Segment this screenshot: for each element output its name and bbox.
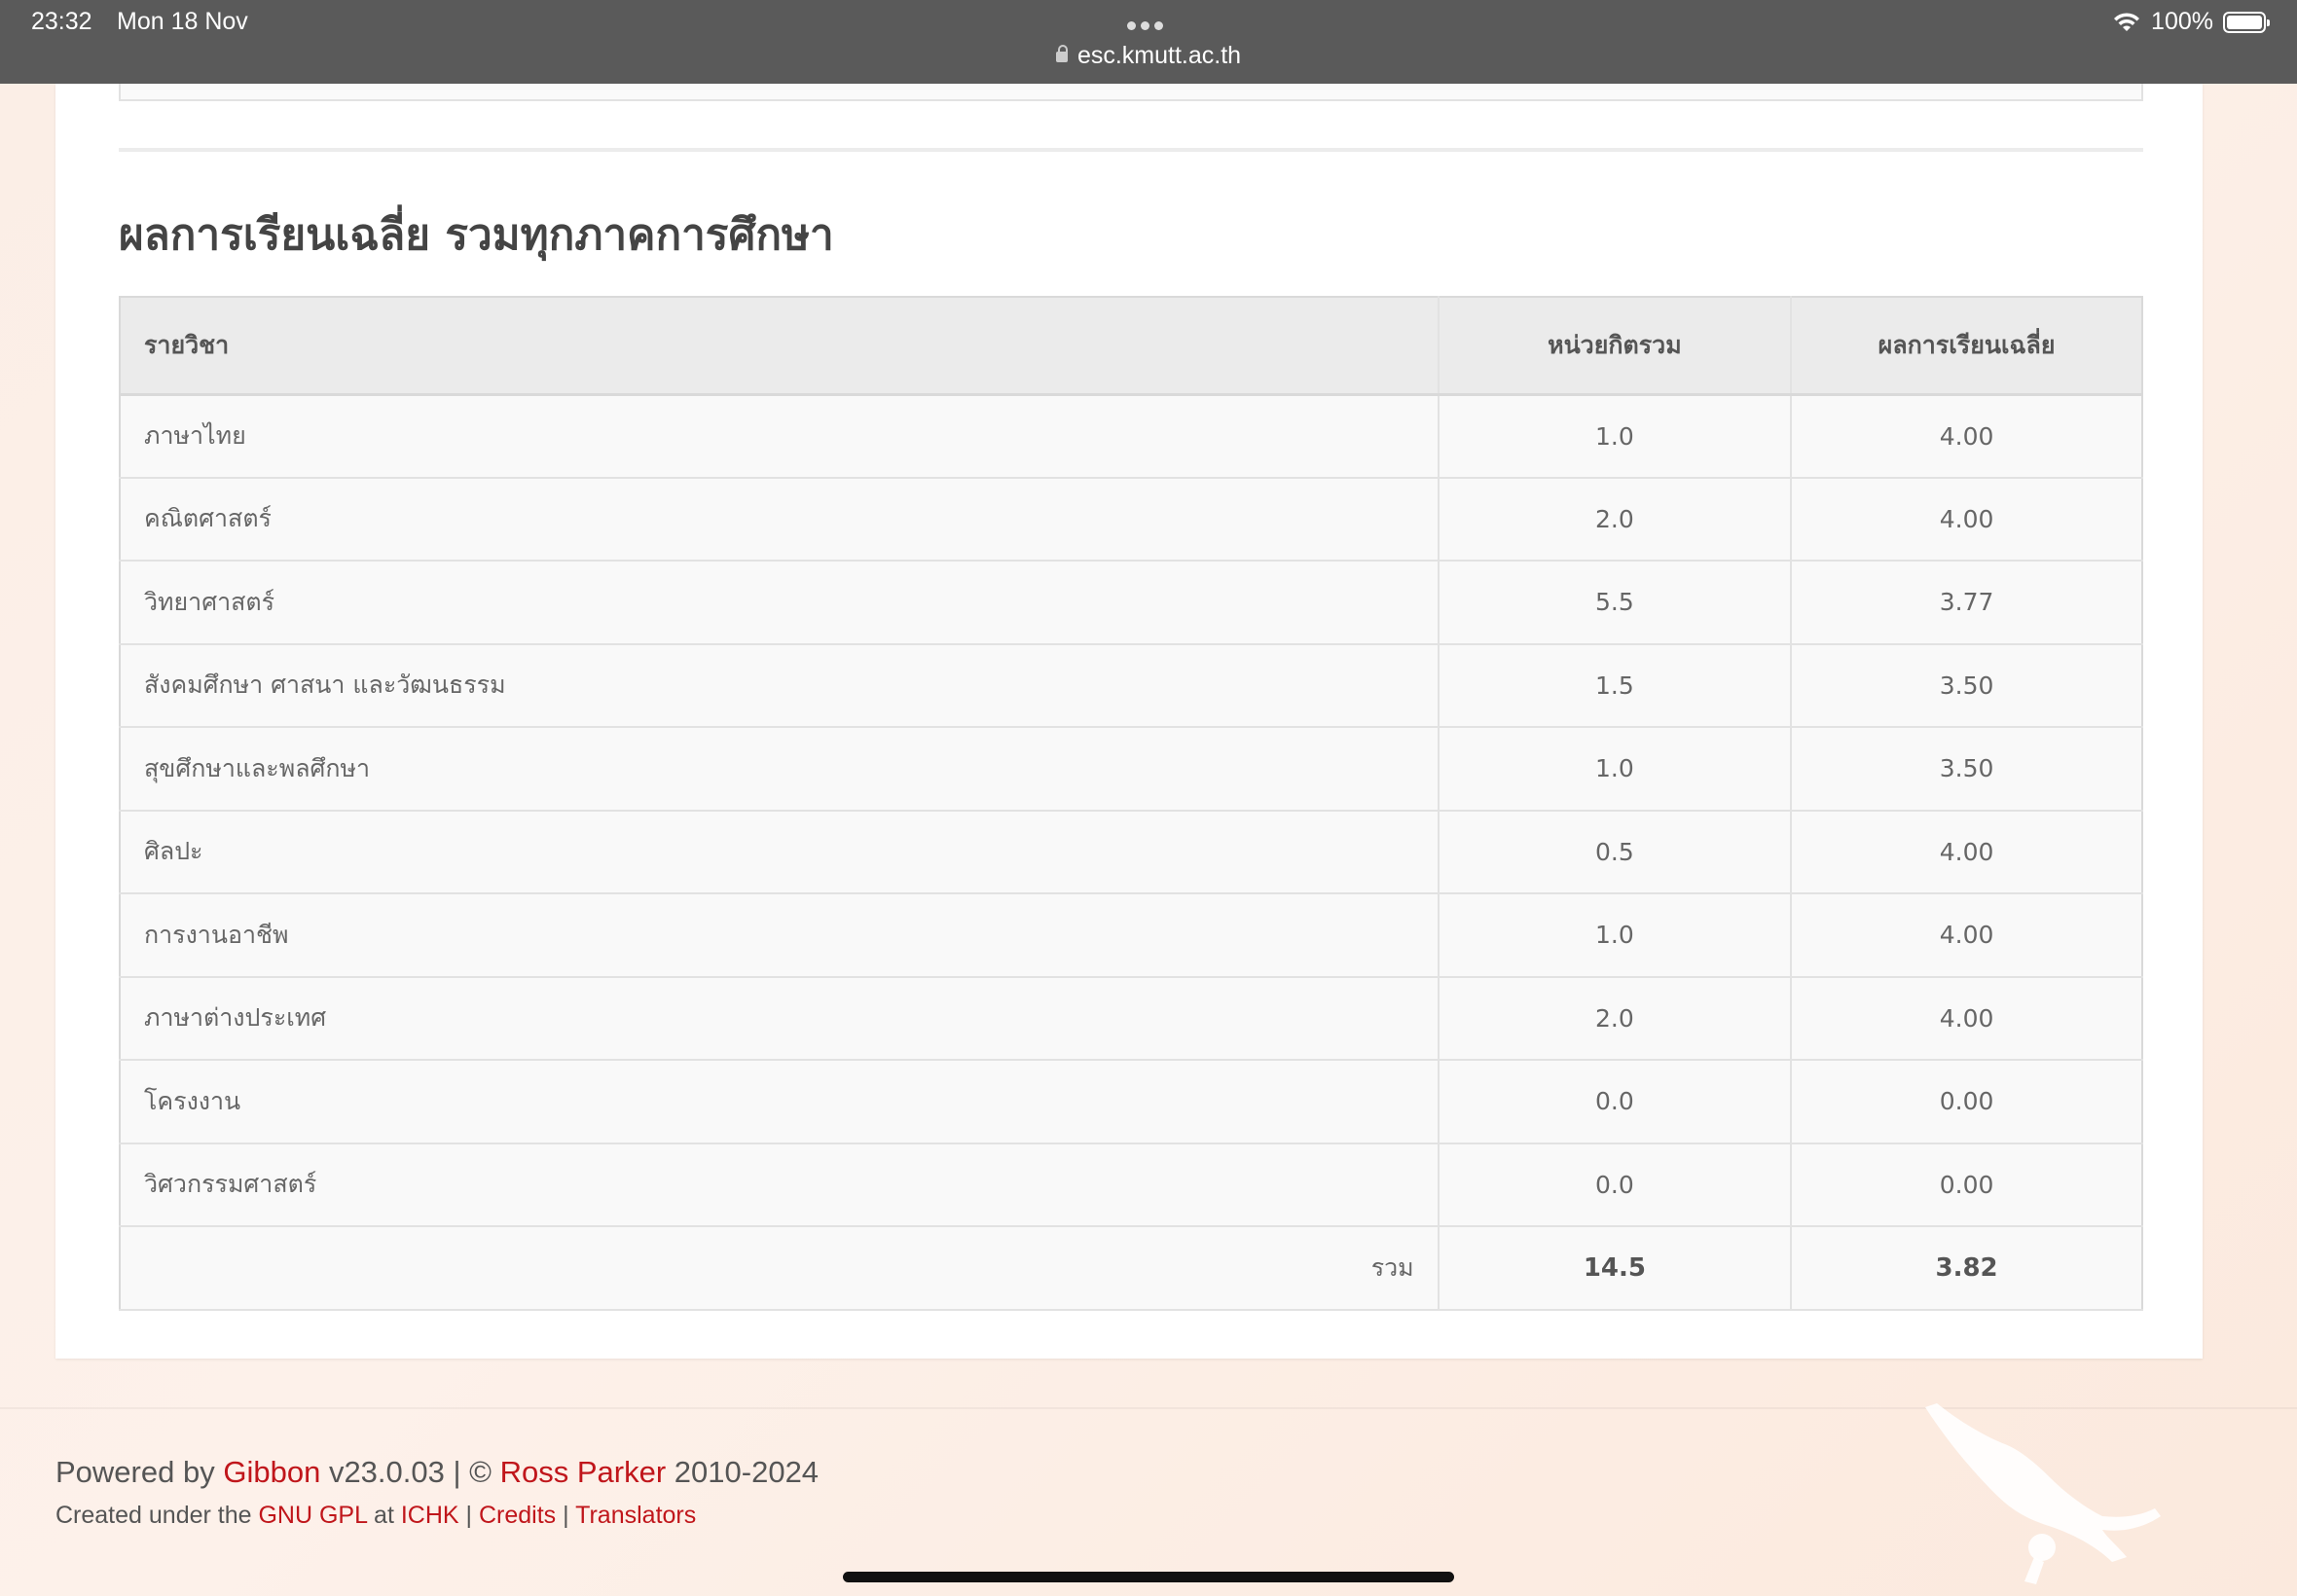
- gibbon-logo-watermark: [1925, 1403, 2161, 1584]
- header-credits: หน่วยกิตรวม: [1437, 297, 1792, 396]
- credits-cell: 2.0: [1437, 477, 1792, 562]
- header-gpa: ผลการเรียนเฉลี่ย: [1790, 297, 2142, 396]
- table-row: สังคมศึกษา ศาสนา และวัฒนธรรม 1.5 3.50: [120, 643, 2142, 728]
- subject-cell: โครงงาน: [120, 1060, 1439, 1144]
- gpa-cell: 3.77: [1790, 561, 2142, 645]
- total-credits: 14.5: [1437, 1226, 1792, 1311]
- credits-cell: 2.0: [1437, 976, 1792, 1061]
- url-text: esc.kmutt.ac.th: [1076, 42, 1242, 69]
- footer-separator: |: [563, 1502, 569, 1529]
- table-total-row: รวม 14.5 3.82: [120, 1226, 2142, 1311]
- gpa-cell: 0.00: [1790, 1060, 2142, 1144]
- gpa-cell: 4.00: [1790, 893, 2142, 978]
- battery-icon: [2223, 11, 2270, 33]
- page-title: ผลการเรียนเฉลี่ย รวมทุกภาคการศึกษา: [119, 210, 834, 260]
- section-divider: [119, 148, 2143, 152]
- footer-line-1: Powered by Gibbon v23.0.03 | © Ross Park…: [55, 1455, 819, 1490]
- years-text: 2010-2024: [674, 1455, 820, 1489]
- status-bar: 23:32 Mon 18 Nov esc.kmutt.ac.th 100%: [0, 0, 2297, 84]
- powered-by-text: Powered by: [55, 1455, 215, 1489]
- table-row: การงานอาชีพ 1.0 4.00: [120, 893, 2142, 978]
- ichk-link[interactable]: ICHK: [401, 1502, 459, 1529]
- table-row: ภาษาต่างประเทศ 2.0 4.00: [120, 976, 2142, 1061]
- table-row: วิศวกรรมศาสตร์ 0.0 0.00: [120, 1143, 2142, 1227]
- subject-cell: วิทยาศาสตร์: [120, 561, 1439, 645]
- table-row: วิทยาศาสตร์ 5.5 3.77: [120, 561, 2142, 645]
- table-header-row: รายวิชา หน่วยกิตรวม ผลการเรียนเฉลี่ย: [120, 297, 2142, 396]
- address-bar[interactable]: esc.kmutt.ac.th: [0, 42, 2297, 70]
- credits-cell: 1.0: [1437, 727, 1792, 812]
- credits-cell: 0.0: [1437, 1143, 1792, 1227]
- gpa-cell: 3.50: [1790, 727, 2142, 812]
- author-link[interactable]: Ross Parker: [500, 1455, 667, 1489]
- status-indicators: 100%: [2112, 8, 2270, 36]
- subject-cell: การงานอาชีพ: [120, 893, 1439, 978]
- header-subject: รายวิชา: [120, 297, 1439, 396]
- grades-table: รายวิชา หน่วยกิตรวม ผลการเรียนเฉลี่ย ภาษ…: [119, 296, 2143, 1311]
- gpa-cell: 4.00: [1790, 810, 2142, 894]
- total-gpa: 3.82: [1790, 1226, 2142, 1311]
- status-date: Mon 18 Nov: [117, 8, 248, 35]
- gpa-cell: 4.00: [1790, 394, 2142, 479]
- gpl-link[interactable]: GNU GPL: [258, 1502, 367, 1529]
- multitasking-dots-icon[interactable]: [1127, 16, 1170, 30]
- home-indicator[interactable]: [843, 1572, 1454, 1582]
- at-text: at: [374, 1502, 394, 1529]
- footer: Powered by Gibbon v23.0.03 | © Ross Park…: [55, 1455, 819, 1530]
- gpa-cell: 4.00: [1790, 976, 2142, 1061]
- subject-cell: คณิตศาสตร์: [120, 477, 1439, 562]
- credits-link[interactable]: Credits: [479, 1502, 556, 1529]
- subject-cell: ภาษาต่างประเทศ: [120, 976, 1439, 1061]
- previous-section-box: [119, 84, 2143, 101]
- footer-line-2: Created under the GNU GPL at ICHK | Cred…: [55, 1502, 819, 1530]
- version-text: v23.0.03 | ©: [328, 1455, 492, 1489]
- subject-cell: สุขศึกษาและพลศึกษา: [120, 727, 1439, 812]
- table-row: ศิลปะ 0.5 4.00: [120, 810, 2142, 894]
- gibbon-link[interactable]: Gibbon: [223, 1455, 320, 1489]
- battery-percent: 100%: [2151, 8, 2213, 35]
- created-under-text: Created under the: [55, 1502, 252, 1529]
- subject-cell: ภาษาไทย: [120, 394, 1439, 479]
- subject-cell: วิศวกรรมศาสตร์: [120, 1143, 1439, 1227]
- credits-cell: 1.5: [1437, 643, 1792, 728]
- credits-cell: 1.0: [1437, 893, 1792, 978]
- credits-cell: 1.0: [1437, 394, 1792, 479]
- subject-cell: ศิลปะ: [120, 810, 1439, 894]
- table-row: โครงงาน 0.0 0.00: [120, 1060, 2142, 1144]
- total-label: รวม: [120, 1226, 1439, 1311]
- translators-link[interactable]: Translators: [575, 1502, 696, 1529]
- table-row: คณิตศาสตร์ 2.0 4.00: [120, 477, 2142, 562]
- table-row: ภาษาไทย 1.0 4.00: [120, 394, 2142, 479]
- gpa-cell: 3.50: [1790, 643, 2142, 728]
- status-time: 23:32: [31, 8, 92, 35]
- footer-separator: |: [465, 1502, 473, 1529]
- table-row: สุขศึกษาและพลศึกษา 1.0 3.50: [120, 727, 2142, 812]
- lock-icon: [1055, 45, 1068, 62]
- wifi-icon: [2114, 12, 2140, 31]
- credits-cell: 0.5: [1437, 810, 1792, 894]
- subject-cell: สังคมศึกษา ศาสนา และวัฒนธรรม: [120, 643, 1439, 728]
- credits-cell: 5.5: [1437, 561, 1792, 645]
- gpa-cell: 4.00: [1790, 477, 2142, 562]
- credits-cell: 0.0: [1437, 1060, 1792, 1144]
- gpa-cell: 0.00: [1790, 1143, 2142, 1227]
